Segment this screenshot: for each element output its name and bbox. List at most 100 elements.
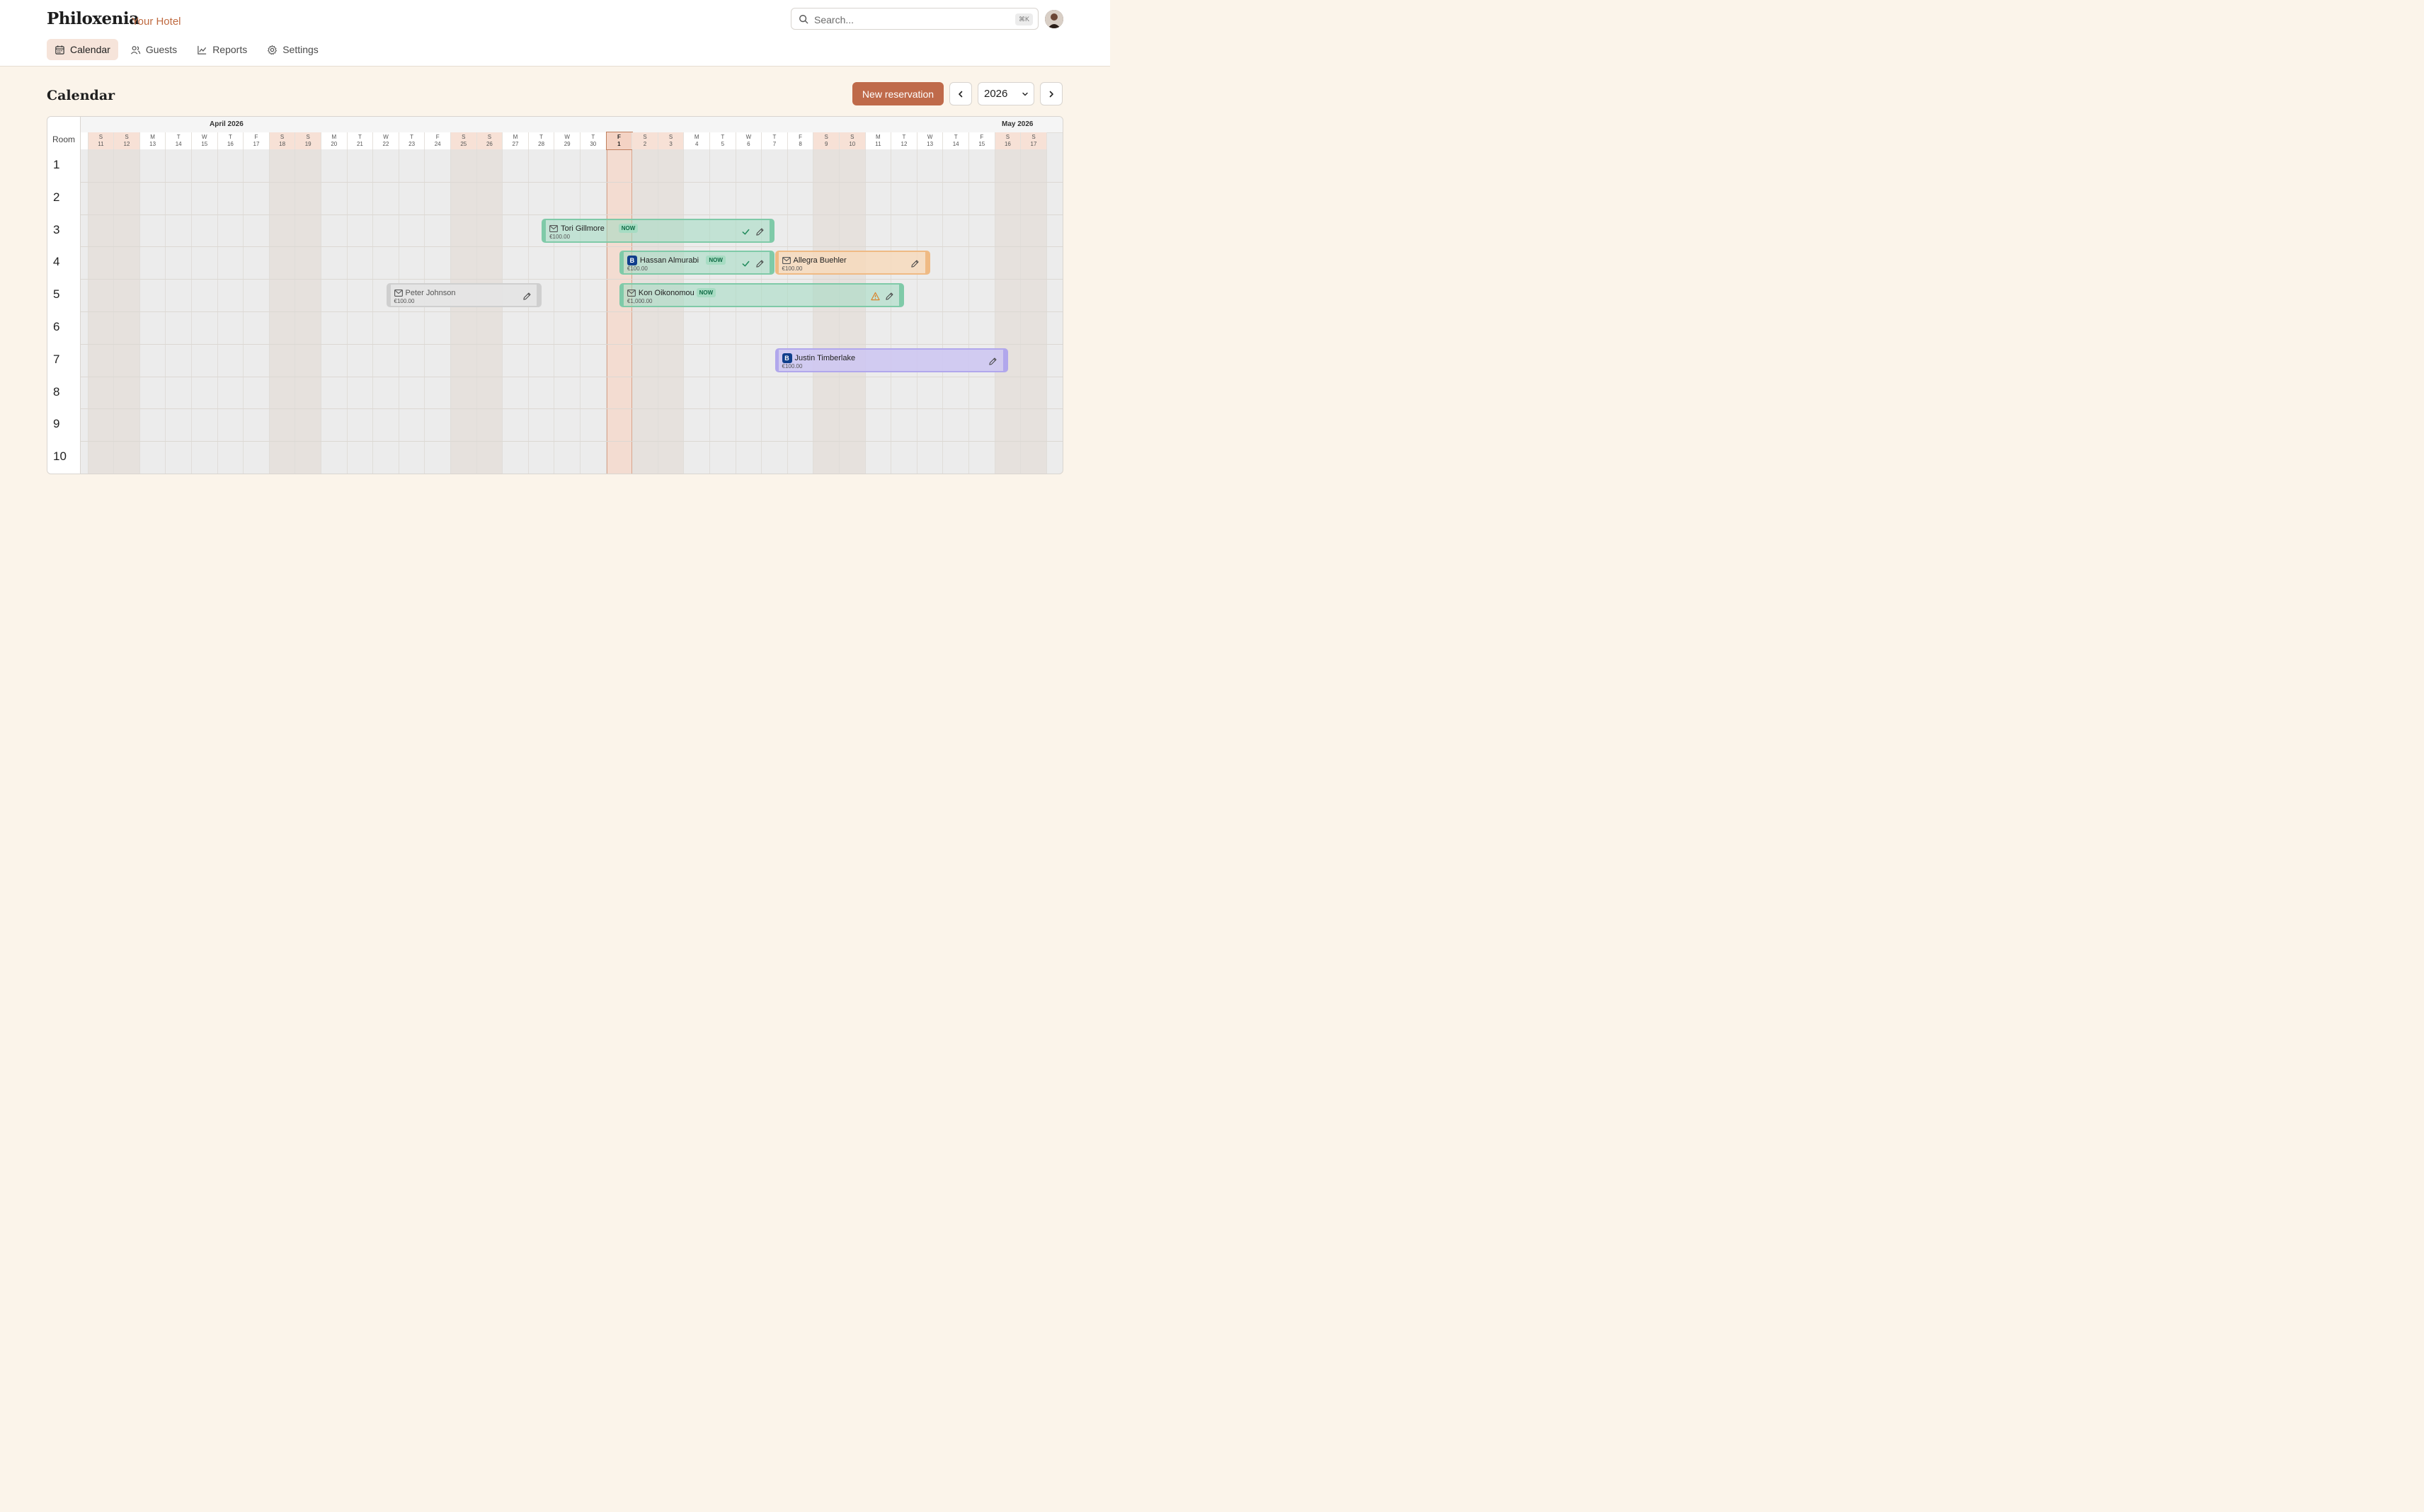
- weekday-label: F: [980, 134, 984, 140]
- search-input[interactable]: [813, 12, 1014, 28]
- next-button[interactable]: [1040, 82, 1063, 105]
- gear-icon: [268, 45, 278, 55]
- day-number: 27: [512, 141, 519, 147]
- day-number: 30: [590, 141, 597, 147]
- reservation-bar[interactable]: Allegra Buehler €100.00: [774, 251, 931, 275]
- weekday-label: W: [927, 134, 933, 140]
- day-header: T 14: [943, 132, 969, 149]
- day-header: W 29: [554, 132, 581, 149]
- room-row-divider: [47, 214, 1063, 215]
- nav-settings[interactable]: Settings: [259, 39, 326, 60]
- reservation-bar[interactable]: B Hassan Almurabi €100.00 NOW: [619, 251, 775, 275]
- weekday-label: T: [954, 134, 958, 140]
- reservation-price: €100.00: [782, 362, 803, 370]
- weekday-label: F: [617, 134, 621, 140]
- weekday-label: S: [824, 134, 828, 140]
- weekday-label: W: [745, 134, 752, 140]
- edit-icon[interactable]: [885, 292, 894, 301]
- day-number: 16: [227, 141, 234, 147]
- day-number: 6: [747, 141, 750, 147]
- search-box[interactable]: ⌘K: [791, 8, 1039, 30]
- reservation-bar[interactable]: B Justin Timberlake €100.00: [774, 348, 1008, 372]
- brand-logo[interactable]: Philoxenia: [47, 9, 139, 28]
- weekday-label: M: [513, 134, 518, 140]
- weekday-label: M: [876, 134, 881, 140]
- day-number: 14: [175, 141, 182, 147]
- reservation-bar[interactable]: Kon Oikonomou €1,000.00 NOW: [619, 283, 905, 308]
- nav-guests[interactable]: Guests: [122, 39, 185, 60]
- reservation-bar[interactable]: Peter Johnson €100.00: [386, 283, 542, 308]
- edit-icon[interactable]: [910, 259, 920, 268]
- day-number: 13: [927, 141, 934, 147]
- day-number: 16: [1004, 141, 1011, 147]
- weekday-label: F: [799, 134, 803, 140]
- day-number: 15: [201, 141, 208, 147]
- day-header: M4: [684, 132, 710, 149]
- weekday-label: S: [98, 134, 103, 140]
- reservation-price: €100.00: [549, 233, 571, 240]
- room-number: 6: [53, 320, 60, 333]
- year-select[interactable]: 2026: [978, 82, 1034, 105]
- new-reservation-button[interactable]: New reservation: [852, 82, 944, 105]
- user-avatar[interactable]: [1045, 10, 1063, 28]
- search-shortcut: ⌘K: [1014, 13, 1033, 25]
- room-row-divider: [47, 279, 1063, 280]
- weekday-label: S: [462, 134, 466, 140]
- weekday-label: S: [850, 134, 854, 140]
- prev-button[interactable]: [949, 82, 972, 105]
- warning-icon[interactable]: [871, 292, 881, 301]
- now-badge: NOW: [696, 288, 716, 298]
- weekday-label: M: [331, 134, 337, 140]
- weekday-label: T: [176, 134, 181, 140]
- weekday-label: S: [1031, 134, 1036, 140]
- nav-reports[interactable]: Reports: [189, 39, 255, 60]
- check-icon[interactable]: [741, 227, 750, 236]
- day-header: M 27: [503, 132, 529, 149]
- nav-reports-label: Reports: [212, 44, 248, 55]
- room-number: 2: [53, 190, 60, 204]
- day-header: T 28: [528, 132, 555, 149]
- day-header: S2: [632, 132, 658, 149]
- day-header: S 26: [476, 132, 503, 149]
- chart-line-icon: [198, 45, 207, 55]
- calendar-icon: [55, 45, 64, 55]
- weekday-label: S: [643, 134, 647, 140]
- day-number: 10: [849, 141, 856, 147]
- weekday-label: M: [150, 134, 155, 140]
- room-row-divider: [47, 408, 1063, 410]
- check-icon[interactable]: [741, 259, 750, 268]
- edit-icon[interactable]: [755, 227, 765, 236]
- day-number: 14: [952, 141, 959, 147]
- room-number: 8: [53, 384, 60, 399]
- reservation-bar[interactable]: Tori Gillmore €100.00 NOW: [542, 218, 775, 243]
- booking-source-icon: B: [782, 353, 792, 363]
- weekday-label: T: [539, 134, 544, 140]
- day-header: S 11: [88, 132, 115, 149]
- avatar-image: [1045, 10, 1063, 28]
- day-number: 12: [123, 141, 130, 147]
- day-header: T 12: [891, 132, 917, 149]
- edit-icon[interactable]: [988, 357, 997, 366]
- weekday-label: T: [410, 134, 414, 140]
- room-row-divider: [47, 181, 1063, 183]
- hotel-name[interactable]: Your Hotel: [132, 16, 181, 28]
- day-number: 25: [460, 141, 467, 147]
- now-badge: NOW: [618, 223, 639, 233]
- chevron-right-icon: [1049, 91, 1053, 97]
- day-header: W 13: [917, 132, 944, 149]
- nav-calendar-label: Calendar: [70, 44, 110, 55]
- day-number: 20: [331, 141, 338, 147]
- mail-icon: [394, 290, 403, 297]
- weekday-label: S: [1005, 134, 1010, 140]
- edit-icon[interactable]: [755, 259, 765, 268]
- nav-calendar[interactable]: Calendar: [47, 39, 118, 60]
- chevron-left-icon: [959, 91, 963, 97]
- weekday-label: S: [280, 134, 285, 140]
- day-header: T5: [710, 132, 736, 149]
- nav-guests-label: Guests: [145, 44, 178, 55]
- day-number: 21: [356, 141, 363, 147]
- day-header: T 21: [347, 132, 374, 149]
- weekday-label: W: [564, 134, 570, 140]
- day-header: T 23: [399, 132, 425, 149]
- edit-icon[interactable]: [522, 292, 532, 301]
